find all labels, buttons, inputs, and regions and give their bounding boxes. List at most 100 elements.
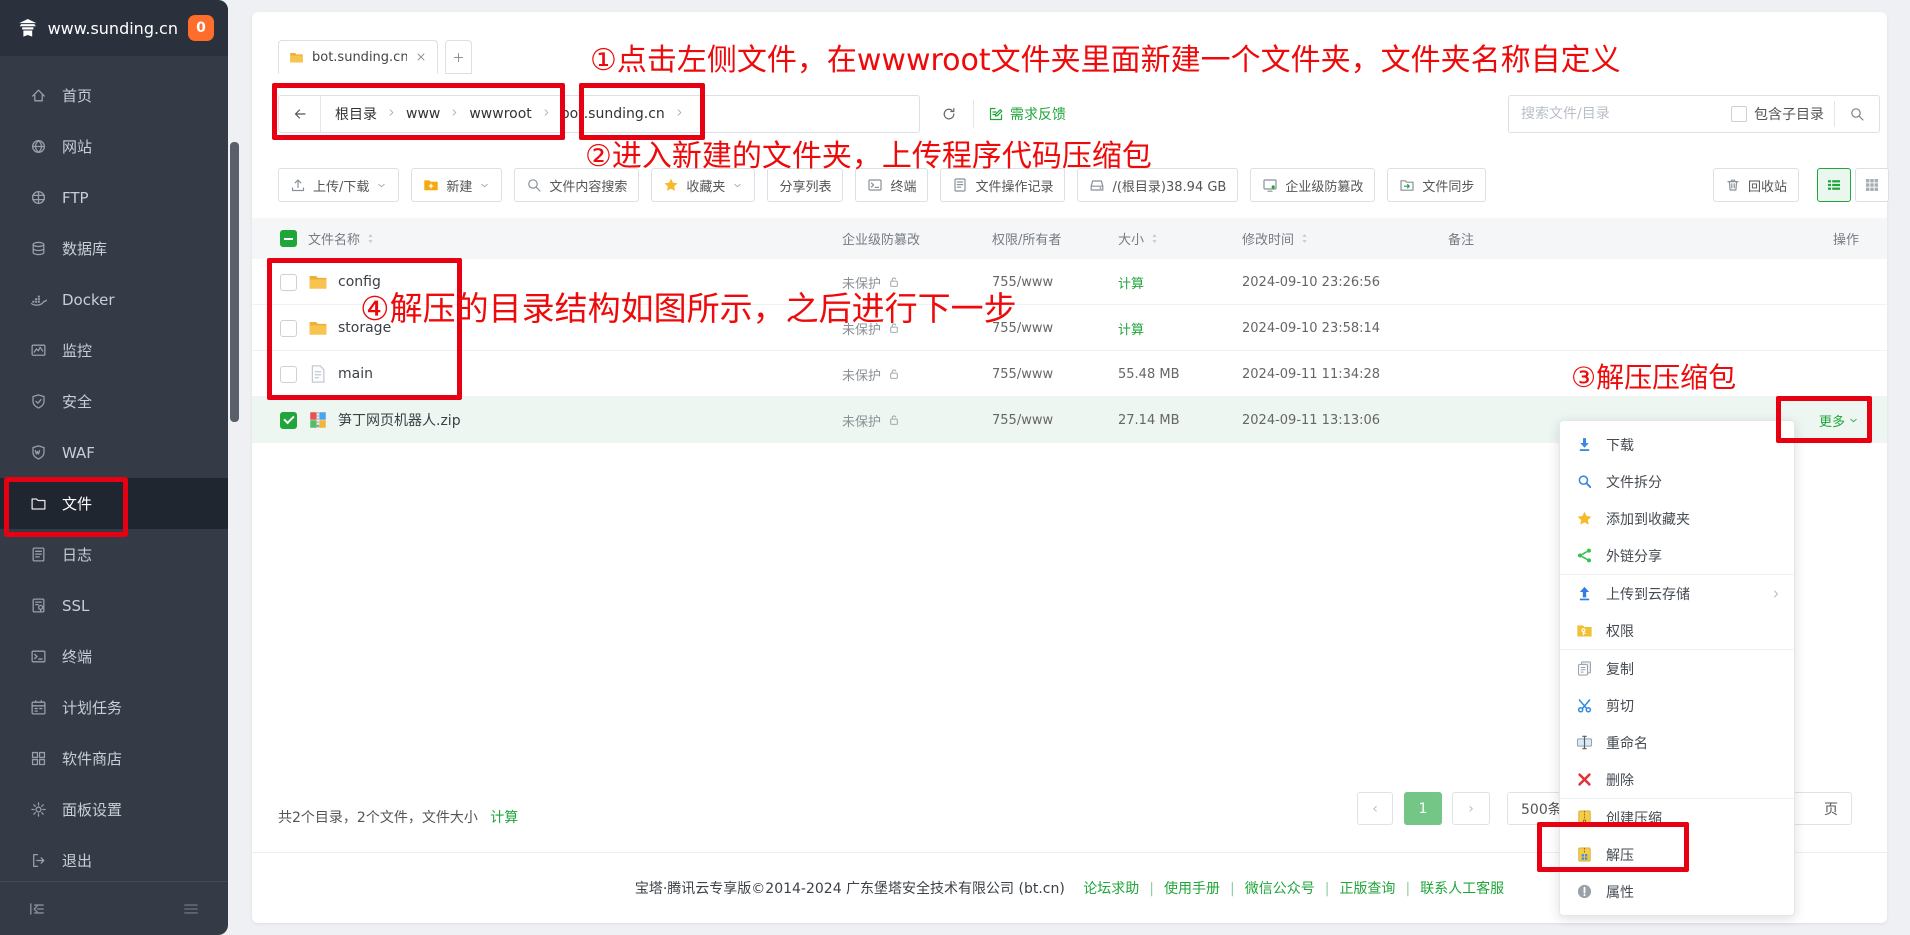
sort-icon[interactable] xyxy=(1148,232,1161,245)
back-button[interactable] xyxy=(279,96,321,132)
menu-item-重命名[interactable]: 重命名 xyxy=(1560,724,1794,761)
calc-size-link[interactable]: 计算 xyxy=(1118,305,1144,351)
sidebar-item-label: 计划任务 xyxy=(62,697,122,718)
sidebar-item-计划任务[interactable]: 计划任务 xyxy=(0,682,228,733)
menu-item-权限[interactable]: 权限 xyxy=(1560,612,1794,649)
footer-link-正版查询[interactable]: 正版查询 xyxy=(1339,881,1395,897)
log-icon xyxy=(30,546,47,563)
breadcrumb-segment-根目录[interactable]: 根目录 xyxy=(335,104,377,124)
sidebar-item-终端[interactable]: 终端 xyxy=(0,631,228,682)
breadcrumb-segment-wwwroot[interactable]: wwwroot xyxy=(469,106,531,122)
menu-item-删除[interactable]: 删除 xyxy=(1560,761,1794,798)
include-subdir-checkbox[interactable] xyxy=(1731,106,1747,122)
file-name[interactable]: main xyxy=(338,366,373,382)
close-tab-icon[interactable] xyxy=(415,51,427,63)
schedule-icon xyxy=(30,699,47,716)
pagination-next-button[interactable]: › xyxy=(1452,792,1490,825)
sidebar-item-数据库[interactable]: 数据库 xyxy=(0,223,228,274)
footer-link-联系人工客服[interactable]: 联系人工客服 xyxy=(1420,881,1504,897)
breadcrumb-segment-bot.sunding.cn[interactable]: bot.sunding.cn xyxy=(561,106,665,122)
breadcrumb-segment-www[interactable]: www xyxy=(406,106,440,122)
menu-item-下载[interactable]: 下载 xyxy=(1560,426,1794,463)
tab-bot-sunding[interactable]: bot.sunding.cn xyxy=(278,40,438,74)
sidebar-item-软件商店[interactable]: 软件商店 xyxy=(0,733,228,784)
plus-icon xyxy=(452,51,465,64)
divider xyxy=(973,100,974,128)
sidebar-item-退出[interactable]: 退出 xyxy=(0,835,228,886)
sort-icon[interactable] xyxy=(364,232,377,245)
sidebar-item-WAF[interactable]: WAF xyxy=(0,427,228,478)
collapse-sidebar-icon[interactable] xyxy=(28,900,46,918)
row-checkbox[interactable] xyxy=(280,320,297,337)
toolbar-button-文件同步[interactable]: 文件同步 xyxy=(1387,168,1486,202)
menu-list-icon[interactable] xyxy=(182,900,200,918)
message-count-badge[interactable]: 0 xyxy=(188,15,214,41)
search-button[interactable] xyxy=(1835,96,1879,132)
col-filename[interactable]: 文件名称 xyxy=(308,229,360,248)
toolbar-button-企业级防篡改[interactable]: 企业级防篡改 xyxy=(1250,168,1375,202)
sidebar-item-面板设置[interactable]: 面板设置 xyxy=(0,784,228,835)
sidebar-item-网站[interactable]: 网站 xyxy=(0,121,228,172)
more-actions-button[interactable]: 更多 xyxy=(1819,411,1859,430)
toolbar-button-上传/下载[interactable]: 上传/下载 xyxy=(278,168,399,202)
footer-link-论坛求助[interactable]: 论坛求助 xyxy=(1083,881,1139,897)
sidebar-item-文件[interactable]: 文件 xyxy=(0,478,228,529)
scrollbar-thumb[interactable] xyxy=(230,142,239,422)
menu-item-文件拆分[interactable]: 文件拆分 xyxy=(1560,463,1794,500)
menu-item-添加到收藏夹[interactable]: 添加到收藏夹 xyxy=(1560,500,1794,537)
menu-item-复制[interactable]: 复制 xyxy=(1560,650,1794,687)
footer-link-使用手册[interactable]: 使用手册 xyxy=(1164,881,1220,897)
pagination-prev-button[interactable]: ‹ xyxy=(1357,792,1393,825)
sidebar-item-首页[interactable]: 首页 xyxy=(0,70,228,121)
footer-link-微信公众号[interactable]: 微信公众号 xyxy=(1245,881,1315,897)
search-input[interactable] xyxy=(1521,106,1731,122)
annotation-step3: ③解压压缩包 xyxy=(1571,362,1736,394)
sidebar-item-Docker[interactable]: Docker xyxy=(0,274,228,325)
feedback-link[interactable]: 需求反馈 xyxy=(988,95,1066,133)
pagination-page-1[interactable]: 1 xyxy=(1404,792,1442,825)
breadcrumb-bar: 根目录 www wwwroot bot.sunding.cn xyxy=(278,95,920,133)
list-view-button[interactable] xyxy=(1817,168,1851,202)
sidebar-item-日志[interactable]: 日志 xyxy=(0,529,228,580)
sidebar-item-label: 退出 xyxy=(62,850,92,871)
select-all-checkbox[interactable] xyxy=(280,230,297,247)
modified-time: 2024-09-10 23:26:56 xyxy=(1242,259,1380,305)
copy-icon xyxy=(1576,660,1593,677)
toolbar-button-新建[interactable]: 新建 xyxy=(411,168,502,202)
calc-size-link[interactable]: 计算 xyxy=(1118,259,1144,305)
sidebar-item-安全[interactable]: 安全 xyxy=(0,376,228,427)
status-summary: 共2个目录，2个文件，文件大小 计算 xyxy=(278,807,518,827)
menu-item-剪切[interactable]: 剪切 xyxy=(1560,687,1794,724)
sidebar-item-SSL[interactable]: SSL xyxy=(0,580,228,631)
file-name[interactable]: config xyxy=(338,274,381,290)
col-note: 备注 xyxy=(1448,218,1474,259)
col-mtime[interactable]: 修改时间 xyxy=(1242,229,1294,248)
dl-blue-icon xyxy=(1576,436,1593,453)
refresh-button[interactable] xyxy=(930,95,968,133)
calc-size-link[interactable]: 计算 xyxy=(490,810,518,826)
add-tab-button[interactable] xyxy=(445,40,472,74)
menu-item-解压[interactable]: 解压 xyxy=(1560,836,1794,873)
sidebar-item-label: 终端 xyxy=(62,646,92,667)
col-size[interactable]: 大小 xyxy=(1118,229,1144,248)
file-name[interactable]: 笋丁网页机器人.zip xyxy=(338,410,461,430)
waf-icon xyxy=(30,444,47,461)
lock-open-icon xyxy=(887,275,901,289)
menu-item-创建压缩[interactable]: 创建压缩 xyxy=(1560,799,1794,836)
sort-icon[interactable] xyxy=(1298,232,1311,245)
menu-item-属性[interactable]: 属性 xyxy=(1560,873,1794,910)
sidebar-item-监控[interactable]: 监控 xyxy=(0,325,228,376)
ssl-icon xyxy=(30,597,47,614)
grid-view-button[interactable] xyxy=(1855,168,1889,202)
recycle-bin-button[interactable]: 回收站 xyxy=(1713,168,1799,202)
row-checkbox[interactable] xyxy=(280,366,297,383)
annotation-step1: ①点击左侧文件，在wwwroot文件夹里面新建一个文件夹，文件夹名称自定义 xyxy=(590,44,1621,79)
col-action: 操作 xyxy=(1833,218,1859,259)
row-checkbox[interactable] xyxy=(280,412,297,429)
file-log-icon xyxy=(952,177,968,193)
sidebar-item-FTP[interactable]: FTP xyxy=(0,172,228,223)
menu-item-上传到云存储[interactable]: 上传到云存储 xyxy=(1560,575,1794,612)
menu-item-外链分享[interactable]: 外链分享 xyxy=(1560,537,1794,574)
row-checkbox[interactable] xyxy=(280,274,297,291)
sidebar-item-label: 文件 xyxy=(62,493,92,514)
